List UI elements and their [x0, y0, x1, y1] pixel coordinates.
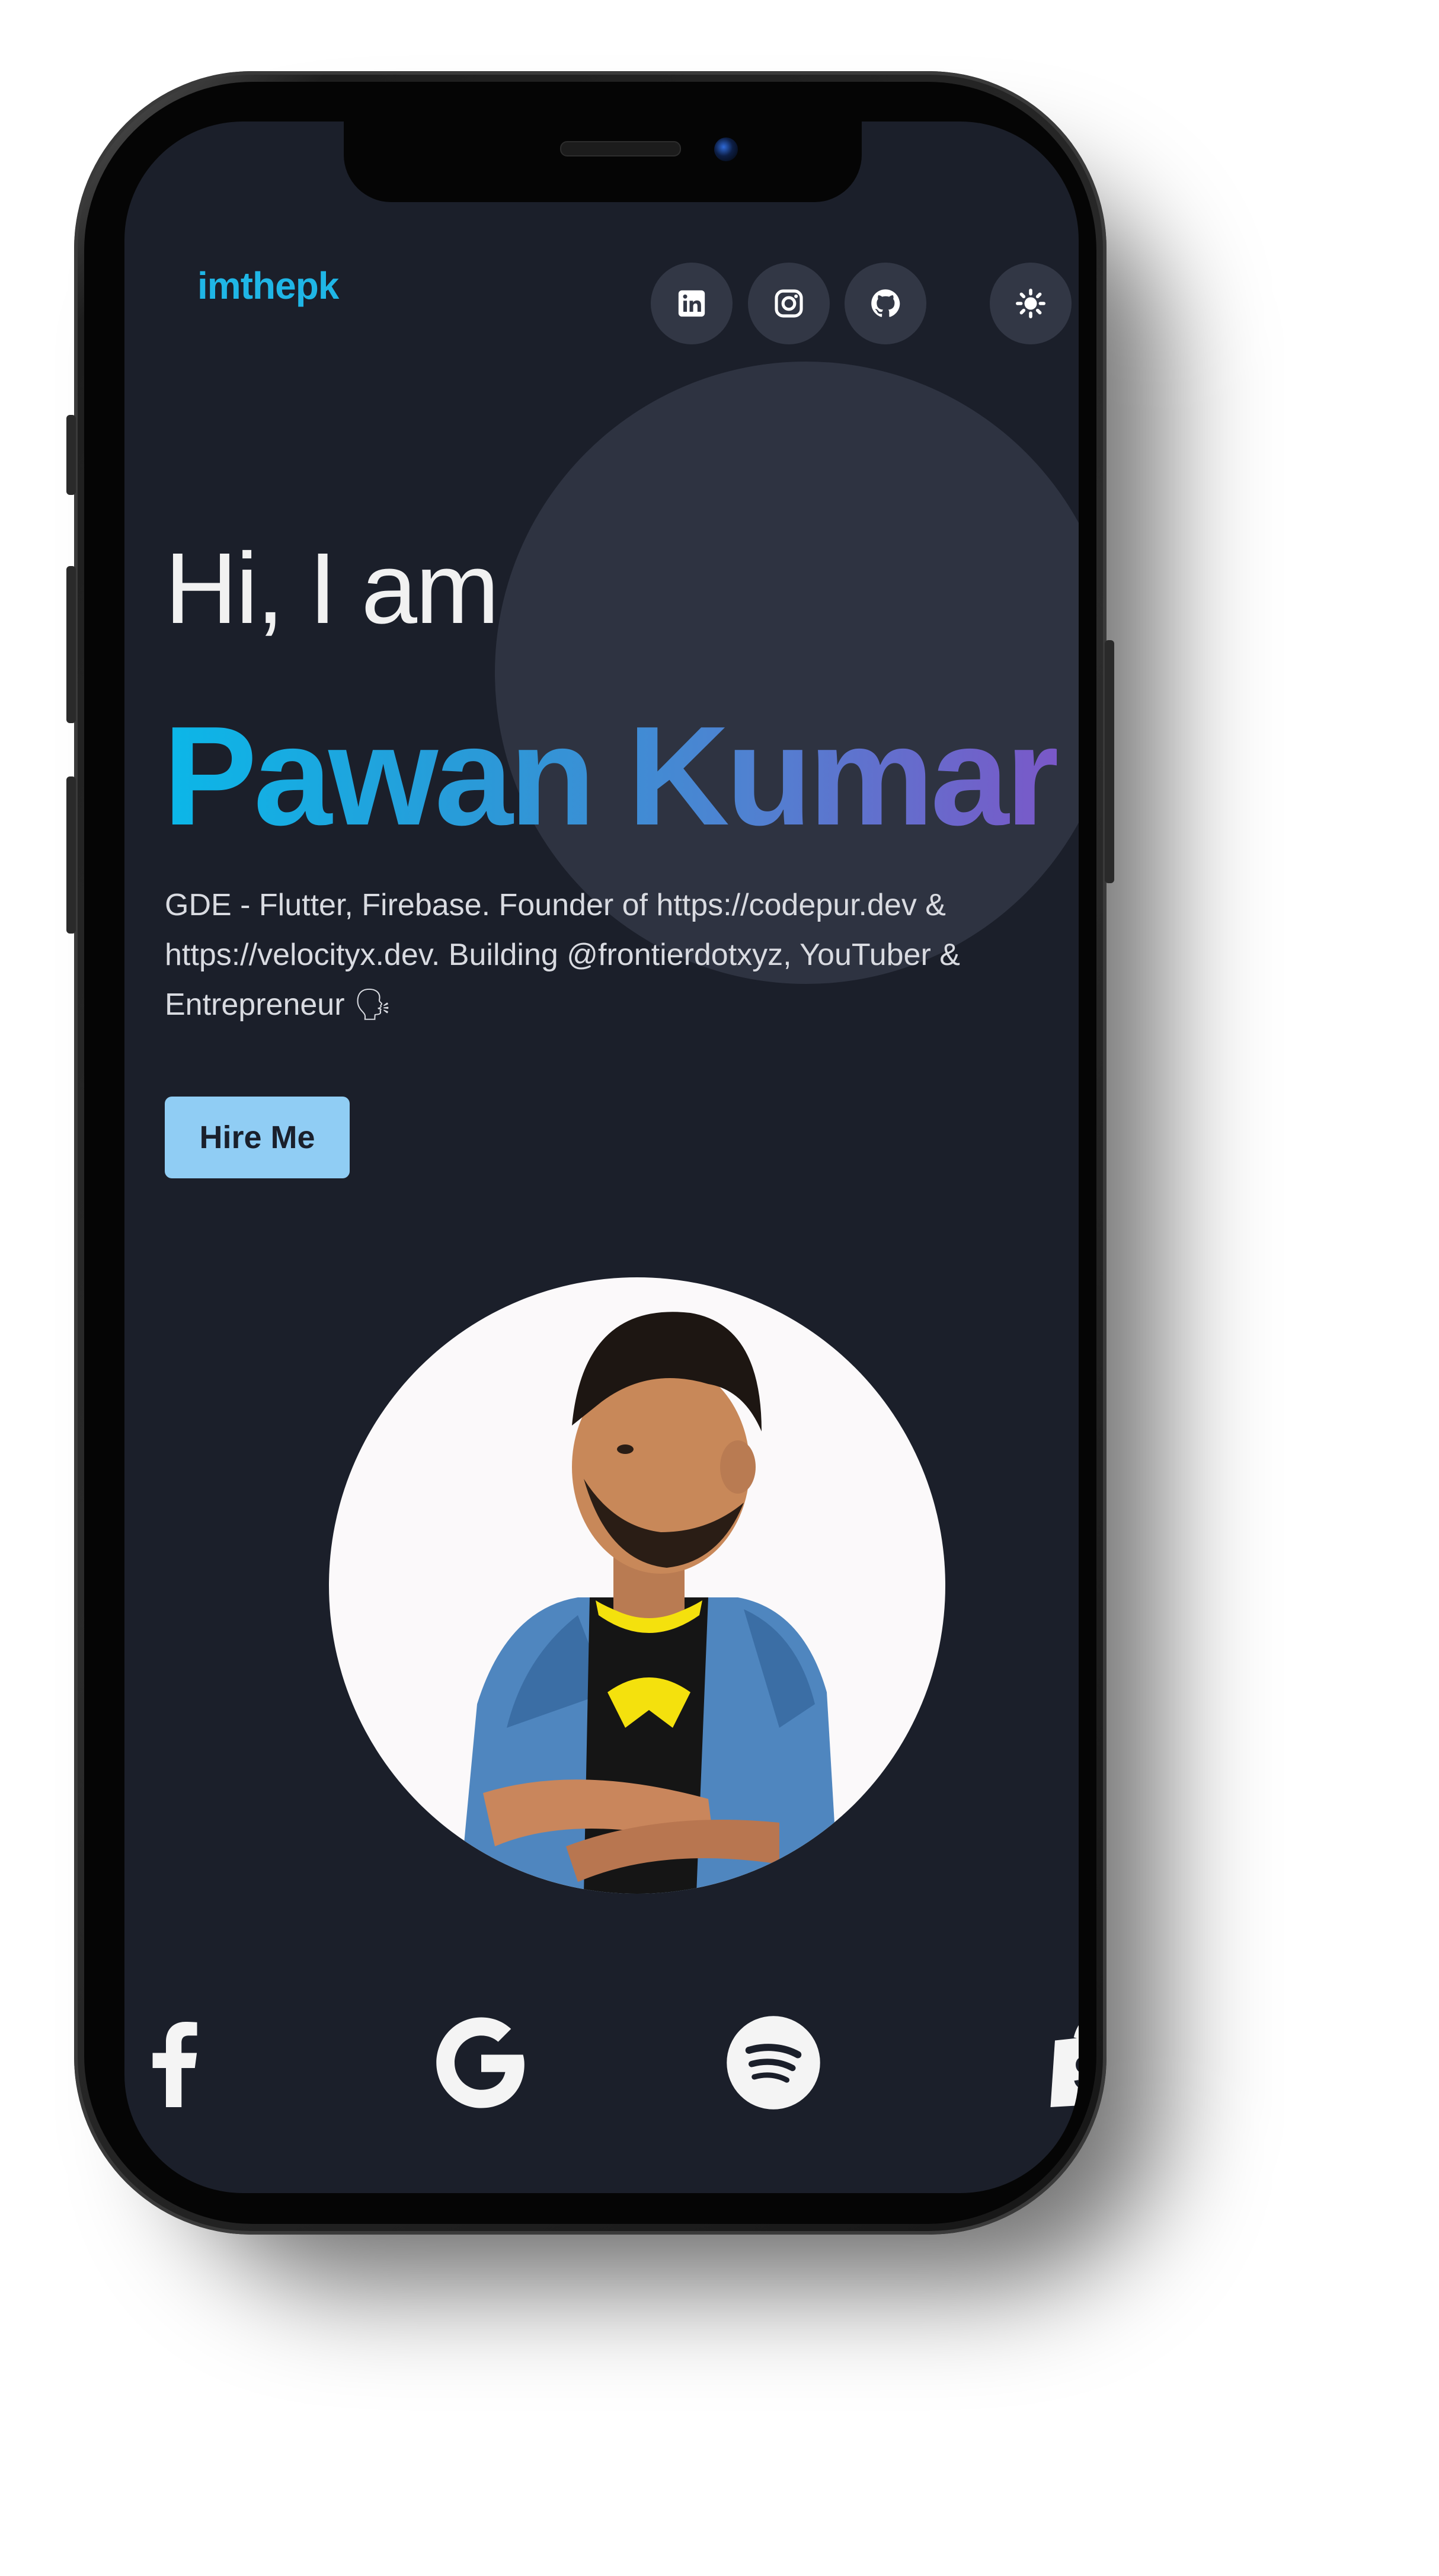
person-photo-illustration [459, 1312, 839, 1894]
instagram-button[interactable] [748, 263, 830, 344]
brand-logo[interactable]: imthepk [197, 264, 339, 308]
hire-me-button[interactable]: Hire Me [165, 1097, 350, 1178]
hero-name: Pawan Kumar [163, 695, 1060, 857]
github-icon [871, 289, 900, 317]
phone-screen: imthepk Hi, I am Pawan Kumar GDE - Flutt… [124, 122, 1079, 2193]
facebook-icon [152, 2022, 197, 2107]
bio-text: GDE - Flutter, Firebase. Founder of http… [165, 880, 1066, 1030]
speaker-grille [560, 141, 681, 156]
greeting-text: Hi, I am [165, 532, 500, 645]
theme-toggle-button[interactable] [990, 263, 1072, 344]
volume-down-button [66, 776, 76, 934]
mute-switch [66, 415, 76, 495]
power-button [1105, 640, 1114, 883]
notch [344, 122, 862, 202]
bio-line: Entrepreneur 🗣 [165, 987, 392, 1022]
linkedin-button[interactable] [651, 263, 733, 344]
volume-up-button [66, 566, 76, 723]
profile-photo [329, 1277, 945, 1894]
front-camera [714, 138, 738, 161]
spotify-icon [727, 2016, 820, 2110]
linkedin-icon [678, 290, 705, 317]
svg-text:S: S [1073, 2046, 1079, 2100]
bio-line: GDE - Flutter, Firebase. Founder of http… [165, 888, 946, 922]
bio-line: https://velocityx.dev. Building @frontie… [165, 938, 960, 972]
sun-icon [1016, 289, 1045, 318]
github-button[interactable] [845, 263, 926, 344]
google-icon [436, 2017, 525, 2108]
shopify-icon: S [1050, 2025, 1079, 2107]
instagram-icon [775, 289, 803, 318]
